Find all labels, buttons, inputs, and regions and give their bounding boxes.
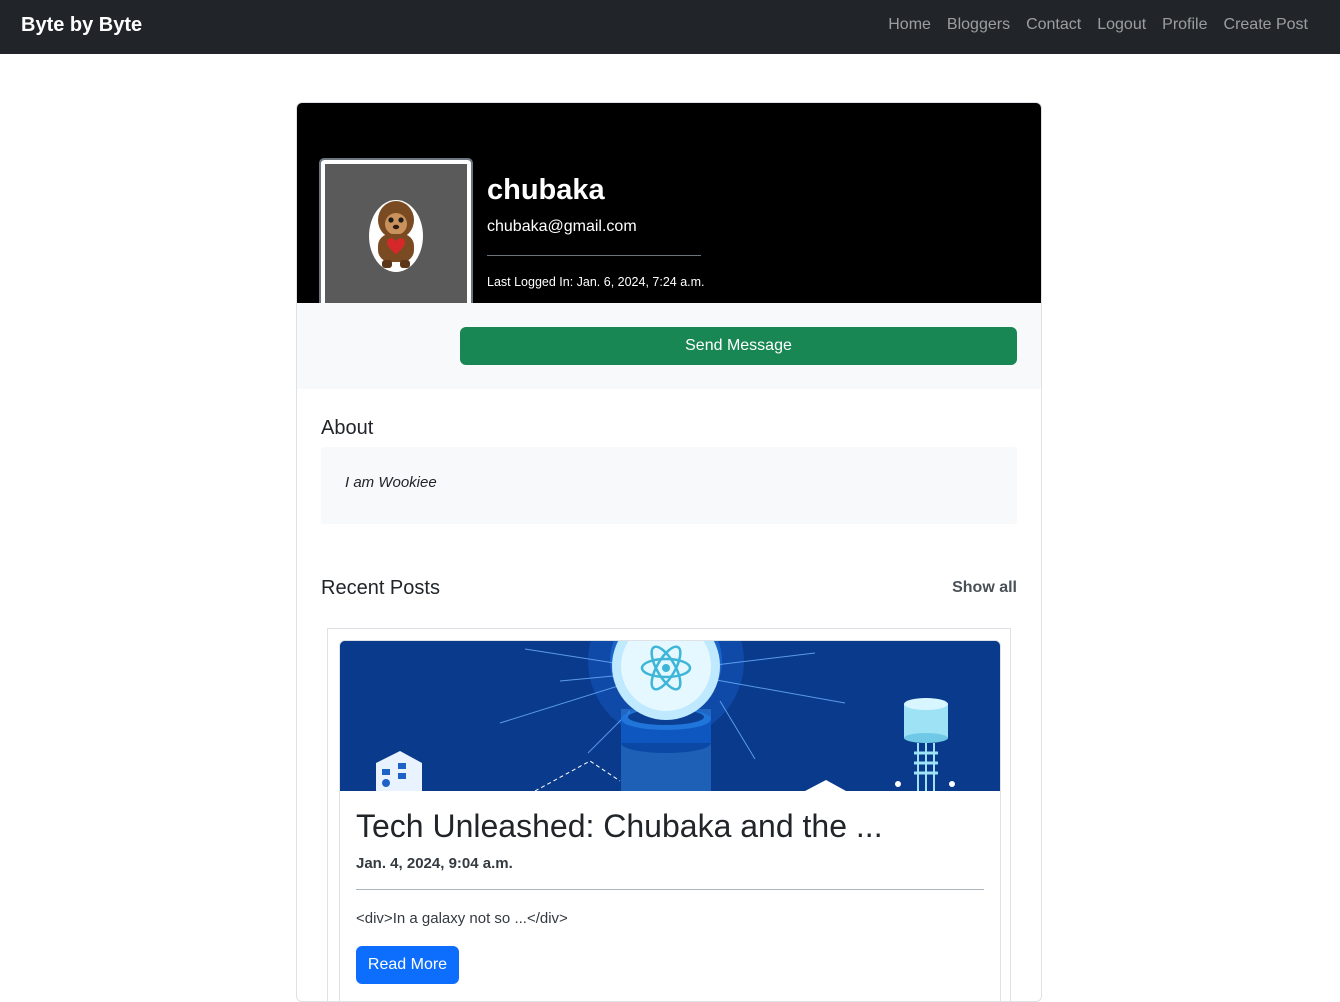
nav-link-home[interactable]: Home [888, 16, 931, 34]
about-heading: About [321, 417, 374, 439]
post-list: Tech Unleashed: Chubaka and the ... Jan.… [327, 628, 1011, 1001]
profile-card: chubaka chubaka@gmail.com Last Logged In… [296, 102, 1042, 1002]
post-excerpt: <div>In a galaxy not so ...</div> [356, 910, 568, 927]
read-more-button[interactable]: Read More [356, 946, 459, 984]
tech-illustration [340, 641, 1000, 791]
nav-link-bloggers[interactable]: Bloggers [947, 16, 1010, 34]
profile-username: chubaka [487, 174, 605, 206]
nav-link-contact[interactable]: Contact [1026, 16, 1081, 34]
profile-divider [487, 255, 701, 256]
about-box: I am Wookiee [321, 447, 1017, 524]
avatar [319, 158, 473, 310]
profile-cover: chubaka chubaka@gmail.com Last Logged In… [297, 103, 1041, 310]
nav-links: Home Bloggers Contact Logout Profile Cre… [888, 16, 1308, 34]
navbar: Byte by Byte Home Bloggers Contact Logou… [0, 0, 1340, 54]
wookiee-sticker-icon [369, 200, 423, 272]
brand-link[interactable]: Byte by Byte [21, 14, 142, 37]
profile-actions: Send Message [297, 303, 1041, 389]
post-title[interactable]: Tech Unleashed: Chubaka and the ... [356, 808, 883, 845]
last-logged-in: Last Logged In: Jan. 6, 2024, 7:24 a.m. [487, 275, 705, 289]
post-image [340, 641, 1000, 791]
nav-link-logout[interactable]: Logout [1097, 16, 1146, 34]
post-divider [356, 889, 984, 890]
about-text: I am Wookiee [345, 474, 437, 491]
send-message-button[interactable]: Send Message [460, 327, 1017, 365]
recent-posts-heading: Recent Posts [321, 577, 440, 599]
profile-email: chubaka@gmail.com [487, 218, 637, 235]
nav-link-create-post[interactable]: Create Post [1224, 16, 1308, 34]
post-card: Tech Unleashed: Chubaka and the ... Jan.… [339, 640, 1001, 1001]
post-date: Jan. 4, 2024, 9:04 a.m. [356, 855, 513, 872]
nav-link-profile[interactable]: Profile [1162, 16, 1207, 34]
show-all-link[interactable]: Show all [952, 579, 1017, 597]
